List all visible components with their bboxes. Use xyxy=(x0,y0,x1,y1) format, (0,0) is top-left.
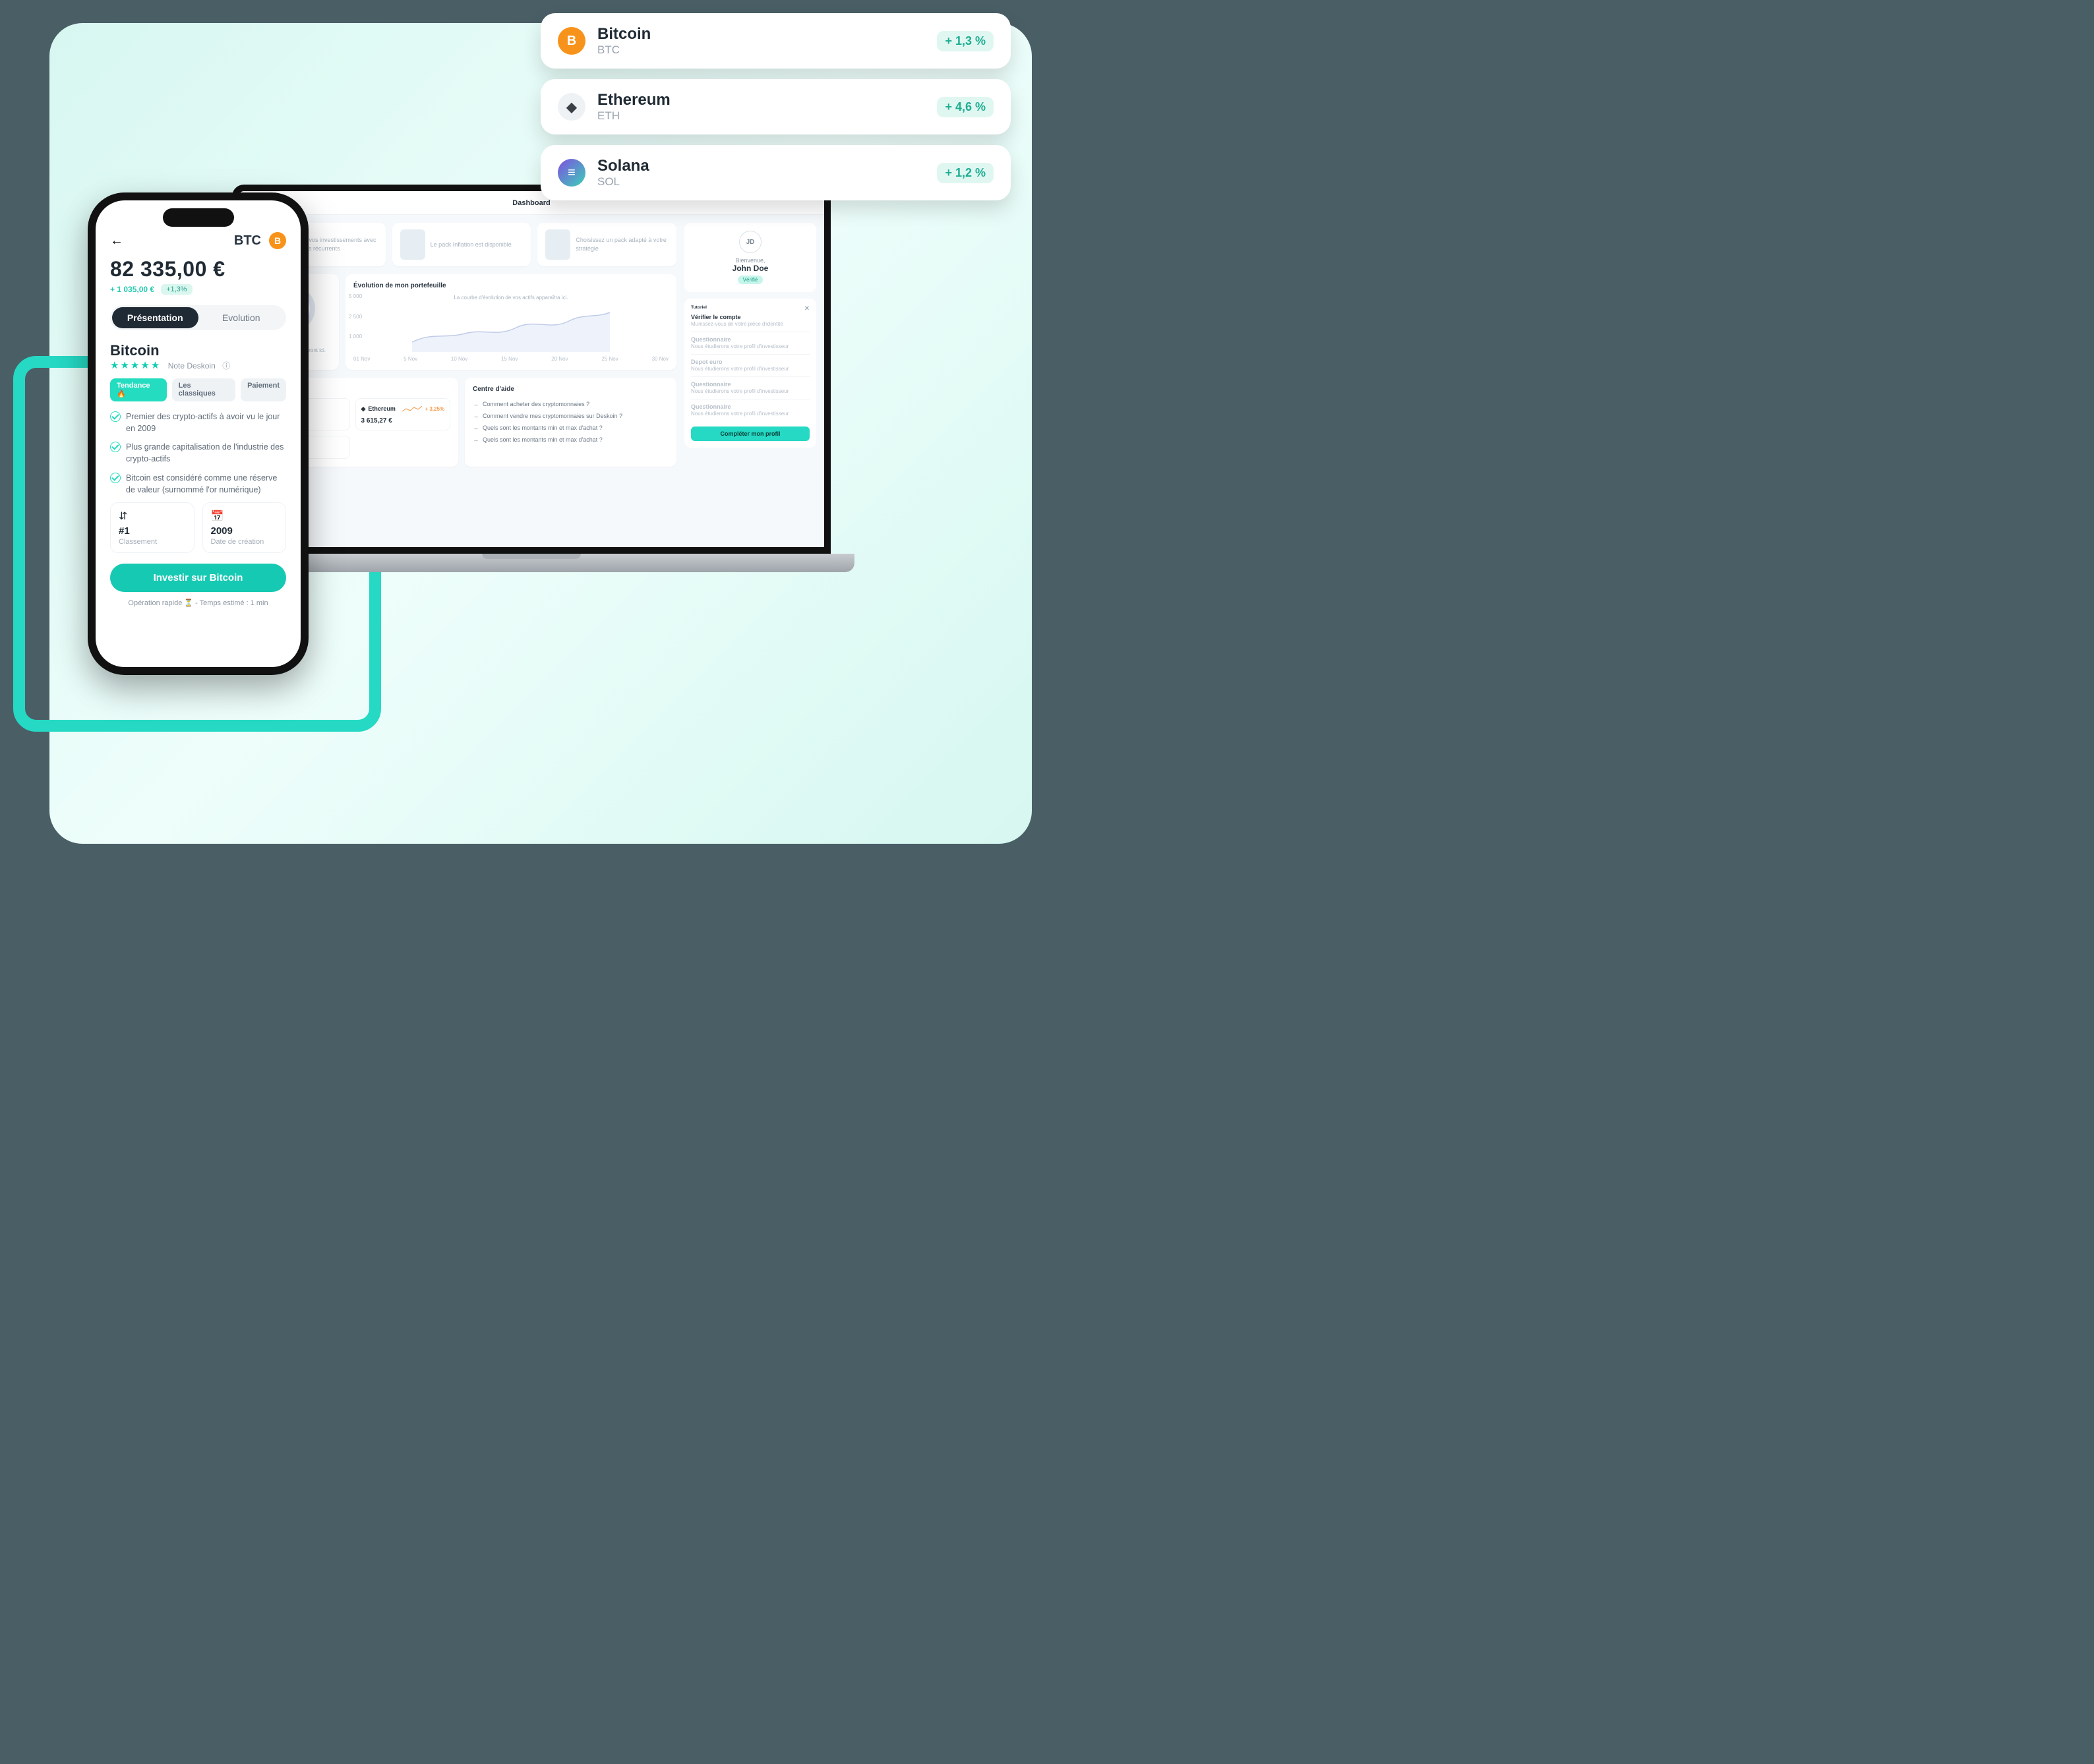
price-delta-pct: +1,3% xyxy=(161,284,193,295)
asset-title: Bitcoin xyxy=(110,342,286,359)
chart-y-axis: 5 0002 5001 000 xyxy=(349,293,362,339)
tab-evolution[interactable]: Evolution xyxy=(198,307,285,328)
eth-price: 3 615,27 € xyxy=(361,417,445,425)
stat-year: 📅 2009 Date de création xyxy=(202,502,287,553)
verified-badge: Vérifié xyxy=(738,276,763,284)
laptop-screen: Dashboard Planifiez vos investissements … xyxy=(232,185,831,554)
invest-button[interactable]: Investir sur Bitcoin xyxy=(110,564,286,592)
star-rating-icon: ★★★★★ xyxy=(110,360,161,371)
crypto-name: Ethereum xyxy=(597,91,671,109)
help-link[interactable]: → Comment acheter des cryptomonnaies ? xyxy=(473,398,669,410)
phone-notch xyxy=(163,208,234,227)
crypto-popover-list: B BitcoinBTC + 1,3 % ◆ EthereumETH + 4,6 … xyxy=(541,13,1011,200)
check-icon xyxy=(110,442,121,452)
bitcoin-icon: B xyxy=(269,232,286,249)
promo-tile[interactable]: Choisissez un pack adapté à votre straté… xyxy=(537,223,676,266)
laptop-mockup: Dashboard Planifiez vos investissements … xyxy=(232,185,831,573)
operation-footer: Opération rapide ⏳ - Temps estimé : 1 mi… xyxy=(110,599,286,607)
crypto-name: Bitcoin xyxy=(597,25,651,44)
crypto-change: + 1,2 % xyxy=(937,163,994,183)
stat-rank: ⇵ #1 Classement xyxy=(110,502,194,553)
check-icon xyxy=(110,473,121,483)
close-icon[interactable]: ✕ xyxy=(804,305,810,312)
ethereum-icon: ◆ xyxy=(361,405,366,413)
rating-label: Note Deskoin xyxy=(168,361,216,370)
tutorial-step[interactable]: Depot euroNous étudierons votre profil d… xyxy=(691,355,810,377)
chart-title: Évolution de mon portefeuille xyxy=(353,282,669,289)
area-chart-icon xyxy=(353,306,669,352)
chart-subtext: La courbe d'évolution de vos actifs appa… xyxy=(353,295,669,301)
btc-icon: B xyxy=(558,27,585,55)
help-link[interactable]: → Quels sont les montants min et max d'a… xyxy=(473,434,669,446)
help-link[interactable]: → Quels sont les montants min et max d'a… xyxy=(473,422,669,434)
promo-row: Planifiez vos investissements avec les a… xyxy=(247,223,676,266)
tab-presentation[interactable]: Présentation xyxy=(112,307,198,328)
crypto-change: + 1,3 % xyxy=(937,31,994,51)
back-icon[interactable]: ← xyxy=(110,233,123,249)
tutorial-step[interactable]: QuestionnaireNous étudierons votre profi… xyxy=(691,377,810,399)
tutorial-title: Tutoriel xyxy=(691,305,810,310)
eth-icon: ◆ xyxy=(558,93,585,121)
avatar: JD xyxy=(739,231,762,253)
profile-card: JD Bienvenue, John Doe Vérifié xyxy=(684,223,816,292)
sol-icon: ≡ xyxy=(558,159,585,187)
phone-mockup: ← BTC B 82 335,00 € + 1 035,00 € +1,3% P… xyxy=(88,192,309,675)
list-item: Premier des crypto-actifs à avoir vu le … xyxy=(110,411,286,434)
crypto-card-ethereum[interactable]: ◆ Ethereum + 3,25% 3 615,27 € xyxy=(355,398,451,430)
tag-classic[interactable]: Les classiques xyxy=(172,378,235,401)
tutorial-step[interactable]: QuestionnaireNous étudierons votre profi… xyxy=(691,332,810,355)
stat-label: Classement xyxy=(119,538,186,546)
crypto-popover[interactable]: ◆ EthereumETH + 4,6 % xyxy=(541,79,1011,134)
tutorial-step[interactable]: QuestionnaireNous étudierons votre profi… xyxy=(691,399,810,421)
help-title: Centre d'aide xyxy=(473,386,669,393)
check-icon xyxy=(110,411,121,422)
chart-x-axis: 01 Nov5 Nov10 Nov15 Nov20 Nov25 Nov30 No… xyxy=(353,356,669,362)
help-link[interactable]: → Comment vendre mes cryptomonnaies sur … xyxy=(473,410,669,422)
stat-value: 2009 xyxy=(211,525,278,537)
crypto-popover[interactable]: B BitcoinBTC + 1,3 % xyxy=(541,13,1011,69)
crypto-symbol: ETH xyxy=(597,109,671,123)
crypto-symbol: BTC xyxy=(597,44,651,57)
tutorial-step[interactable]: Vérifier le compteMunissez-vous de votre… xyxy=(691,310,810,332)
promo-tile[interactable]: Le pack Inflation est disponible xyxy=(392,223,531,266)
crypto-name: Solana xyxy=(597,157,649,175)
price-delta-abs: + 1 035,00 € xyxy=(110,285,154,294)
portfolio-chart: Évolution de mon portefeuille 5 0002 500… xyxy=(345,274,676,370)
profile-name: John Doe xyxy=(692,264,808,273)
help-panel: Centre d'aide → Comment acheter des cryp… xyxy=(465,378,676,467)
tutorial-panel: Tutoriel ✕ Vérifier le compteMunissez-vo… xyxy=(684,299,816,448)
info-icon[interactable]: ⓘ xyxy=(222,361,230,370)
welcome-text: Bienvenue, xyxy=(692,257,808,264)
tag-trend[interactable]: Tendance 🔥 xyxy=(110,378,167,401)
asset-price: 82 335,00 € xyxy=(110,257,286,281)
tag-payment[interactable]: Paiement xyxy=(241,378,286,401)
phone-screen: ← BTC B 82 335,00 € + 1 035,00 € +1,3% P… xyxy=(96,200,301,667)
list-item: Bitcoin est considéré comme une réserve … xyxy=(110,472,286,496)
crypto-change: + 4,6 % xyxy=(937,97,994,117)
complete-profile-button[interactable]: Compléter mon profil xyxy=(691,426,810,441)
list-item: Plus grande capitalisation de l'industri… xyxy=(110,441,286,465)
stat-value: #1 xyxy=(119,525,186,537)
crypto-symbol: SOL xyxy=(597,175,649,189)
rank-icon: ⇵ xyxy=(119,510,186,523)
asset-symbol: BTC xyxy=(234,233,261,249)
tab-segment: Présentation Evolution xyxy=(110,305,286,330)
crypto-popover[interactable]: ≡ SolanaSOL + 1,2 % xyxy=(541,145,1011,200)
feature-list: Premier des crypto-actifs à avoir vu le … xyxy=(110,411,286,496)
stat-label: Date de création xyxy=(211,538,278,546)
calendar-icon: 📅 xyxy=(211,510,278,523)
